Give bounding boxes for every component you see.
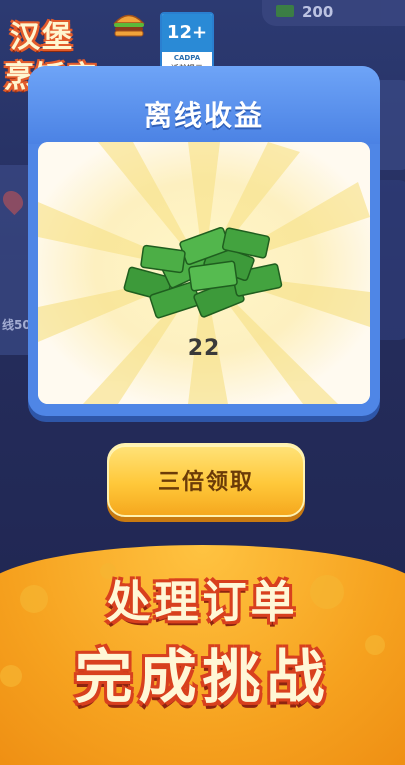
triple-claim-button[interactable]: 三倍领取 — [107, 443, 305, 517]
promo-line-1: 处理订单 — [106, 577, 299, 628]
popup-body: 22 — [38, 142, 370, 404]
cash-counter: 200 — [262, 0, 405, 26]
age-rating-org: CADPA — [173, 54, 201, 62]
burger-icon — [113, 14, 145, 37]
logo-line-1: 汉堡 — [10, 20, 74, 55]
reward-amount: 22 — [187, 336, 221, 361]
age-rating-value: 12+ — [162, 14, 212, 52]
popup-title: 离线收益 — [143, 99, 264, 132]
offline-earnings-popup: 离线收益 22 — [28, 66, 380, 416]
background-left-label: 线50 — [2, 318, 31, 332]
promo-line-2: 完成挑战 — [74, 643, 331, 711]
claim-button-label: 三倍领取 — [157, 470, 254, 495]
map-pin-icon — [0, 186, 28, 216]
cash-icon — [276, 5, 294, 17]
reward-cash-illustration — [38, 142, 370, 404]
cash-value: 200 — [302, 3, 334, 21]
